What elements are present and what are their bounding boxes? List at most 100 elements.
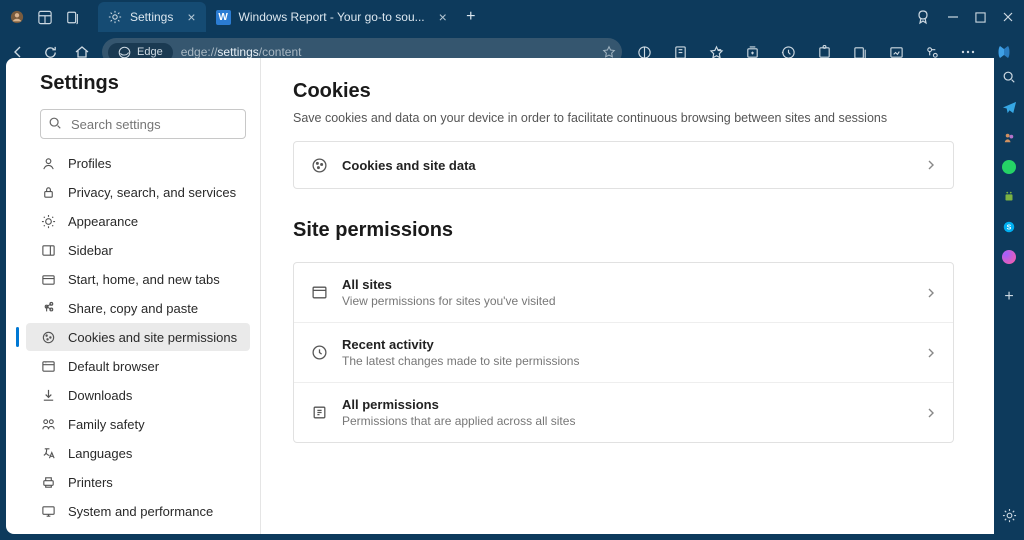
svg-text:S: S (1007, 225, 1012, 232)
browser-icon (40, 358, 56, 374)
sidebar-item-label: Cookies and site permissions (68, 330, 237, 345)
chevron-right-icon (925, 407, 937, 419)
sidebar-item-label: Sidebar (68, 243, 113, 258)
search-icon[interactable] (1000, 68, 1018, 86)
messenger-icon[interactable] (1000, 248, 1018, 266)
sidebar-item-label: Default browser (68, 359, 159, 374)
close-window-button[interactable] (1002, 11, 1014, 23)
android-icon[interactable] (1000, 188, 1018, 206)
sidebar-item-label: Reset settings (68, 533, 150, 535)
appearance-icon (40, 213, 56, 229)
sidebar-icon (40, 242, 56, 258)
profile-icon (40, 155, 56, 171)
add-sidepanel-button[interactable]: + (1000, 288, 1018, 306)
rewards-icon[interactable] (915, 9, 931, 25)
favicon-w-icon: W (216, 10, 231, 25)
site-identity-label: Edge (137, 46, 163, 58)
browser-side-panel: S + (994, 58, 1024, 534)
people-icon[interactable] (1000, 128, 1018, 146)
close-icon[interactable]: × (433, 9, 447, 25)
sidebar-item-privacy-search-and-services[interactable]: Privacy, search, and services (26, 178, 250, 206)
tab-actions-icon[interactable] (66, 10, 80, 24)
chevron-right-icon (925, 159, 937, 171)
tab-icon (40, 271, 56, 287)
share-icon (40, 300, 56, 316)
settings-content: Cookies Save cookies and data on your de… (261, 58, 994, 534)
tab-windows-report[interactable]: W Windows Report - Your go-to sou... × (206, 2, 457, 32)
settings-nav: Profiles Privacy, search, and services App… (26, 149, 250, 534)
chevron-right-icon (925, 347, 937, 359)
all-sites-row[interactable]: All sites View permissions for sites you… (294, 263, 953, 322)
permissions-card: All sites View permissions for sites you… (293, 262, 954, 443)
cookie-icon (310, 156, 328, 174)
skype-icon[interactable]: S (1000, 218, 1018, 236)
download-icon (40, 387, 56, 403)
sidebar-item-label: Family safety (68, 417, 145, 432)
sidebar-item-reset-settings[interactable]: Reset settings (26, 526, 250, 534)
tab-label: Windows Report - Your go-to sou... (239, 10, 425, 24)
recent-activity-row[interactable]: Recent activity The latest changes made … (294, 322, 953, 382)
sidebar-item-label: System and performance (68, 504, 213, 519)
sidebar-item-start-home-and-new-tabs[interactable]: Start, home, and new tabs (26, 265, 250, 293)
tab-settings[interactable]: Settings × (98, 2, 206, 32)
permissions-icon (310, 404, 328, 422)
system-icon (40, 503, 56, 519)
close-icon[interactable]: × (181, 9, 195, 25)
cookies-card: Cookies and site data (293, 141, 954, 189)
sidebar-item-system-and-performance[interactable]: System and performance (26, 497, 250, 525)
gear-icon (108, 10, 122, 24)
sidebar-item-printers[interactable]: Printers (26, 468, 250, 496)
section-title-cookies: Cookies (293, 80, 954, 103)
window-titlebar: Settings × W Windows Report - Your go-to… (0, 0, 1024, 34)
lock-icon (40, 184, 56, 200)
sidebar-item-label: Languages (68, 446, 132, 461)
sidebar-item-label: Privacy, search, and services (68, 185, 236, 200)
clock-icon (310, 344, 328, 362)
sidebar-item-default-browser[interactable]: Default browser (26, 352, 250, 380)
edge-icon (118, 46, 131, 59)
sidebar-item-label: Downloads (68, 388, 132, 403)
cookie-icon (40, 329, 56, 345)
language-icon (40, 445, 56, 461)
sidebar-item-cookies-and-site-permissions[interactable]: Cookies and site permissions (26, 323, 250, 351)
sidebar-item-appearance[interactable]: Appearance (26, 207, 250, 235)
sidebar-item-downloads[interactable]: Downloads (26, 381, 250, 409)
favorite-star-icon[interactable] (602, 45, 616, 59)
new-tab-button[interactable]: + (457, 8, 485, 26)
row-title: Cookies and site data (342, 158, 911, 173)
cookies-and-site-data-row[interactable]: Cookies and site data (294, 142, 953, 188)
chevron-right-icon (925, 287, 937, 299)
section-desc-cookies: Save cookies and data on your device in … (293, 111, 954, 125)
sidebar-item-label: Printers (68, 475, 113, 490)
page-title: Settings (26, 72, 250, 95)
sidepanel-settings-icon[interactable] (1000, 506, 1018, 524)
sidebar-item-sidebar[interactable]: Sidebar (26, 236, 250, 264)
sidebar-item-label: Profiles (68, 156, 111, 171)
profile-avatar-icon[interactable] (10, 10, 24, 24)
maximize-button[interactable] (975, 12, 986, 23)
row-subtitle: Permissions that are applied across all … (342, 414, 911, 428)
row-title: All sites (342, 277, 911, 292)
sidebar-item-languages[interactable]: Languages (26, 439, 250, 467)
url-text: edge://settings/content (181, 45, 302, 59)
whatsapp-icon[interactable] (1000, 158, 1018, 176)
search-settings-input[interactable] (40, 109, 246, 139)
sidebar-item-label: Share, copy and paste (68, 301, 198, 316)
all-permissions-row[interactable]: All permissions Permissions that are app… (294, 382, 953, 442)
sidebar-item-profiles[interactable]: Profiles (26, 149, 250, 177)
settings-sidebar: Settings Profiles Privacy, search, and se… (6, 58, 261, 534)
row-title: All permissions (342, 397, 911, 412)
tab-label: Settings (130, 10, 173, 24)
search-icon (48, 116, 62, 130)
settings-page: Settings Profiles Privacy, search, and se… (6, 58, 994, 534)
sidebar-item-share-copy-and-paste[interactable]: Share, copy and paste (26, 294, 250, 322)
row-title: Recent activity (342, 337, 911, 352)
sidebar-item-family-safety[interactable]: Family safety (26, 410, 250, 438)
printer-icon (40, 474, 56, 490)
telegram-icon[interactable] (1000, 98, 1018, 116)
sidebar-item-label: Start, home, and new tabs (68, 272, 220, 287)
sites-icon (310, 284, 328, 302)
workspaces-icon[interactable] (38, 10, 52, 24)
row-subtitle: View permissions for sites you've visite… (342, 294, 911, 308)
minimize-button[interactable] (947, 11, 959, 23)
